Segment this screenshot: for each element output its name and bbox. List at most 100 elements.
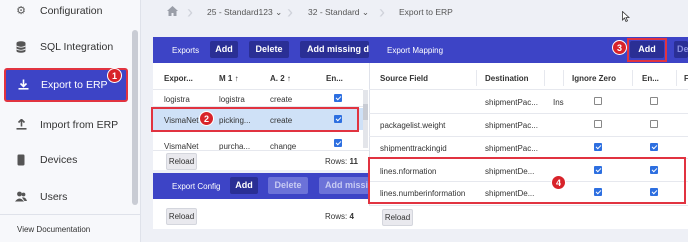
phone-icon	[15, 154, 27, 166]
export-mapping-delete-button[interactable]: De	[674, 41, 688, 58]
exports-title: Exports	[172, 46, 200, 55]
divider	[369, 136, 688, 137]
column-header-ignore-zero[interactable]: Ignore Zero	[572, 74, 616, 83]
breadcrumb-item-current: Export to ERP	[399, 7, 453, 17]
sidebar-item-sql-integration[interactable]: SQL Integration	[0, 36, 132, 58]
divider	[369, 89, 688, 90]
enabled-checkbox[interactable]	[650, 120, 658, 128]
column-header-enabled[interactable]: En...	[642, 74, 659, 83]
sidebar-item-devices[interactable]: Devices	[0, 149, 132, 171]
cell-source-field: shipmenttrackingid	[380, 144, 447, 153]
rows-label: Rows:	[325, 212, 348, 221]
enabled-checkbox[interactable]	[650, 97, 658, 105]
column-header-m[interactable]: M 1 ↑	[219, 74, 239, 83]
cell-export: logistra	[164, 95, 190, 104]
export-mapping-reload-button[interactable]: Reload	[382, 209, 413, 226]
column-header-label: A. 2	[270, 74, 285, 83]
home-icon[interactable]	[167, 6, 178, 16]
export-config-reload-button[interactable]: Reload	[166, 208, 197, 225]
rows-label: Rows:	[325, 157, 348, 166]
divider	[153, 89, 363, 90]
sidebar-item-label: Export to ERP	[41, 79, 108, 91]
column-header-f[interactable]: F	[684, 74, 688, 83]
ignore-zero-checkbox[interactable]	[594, 97, 602, 105]
download-icon	[17, 79, 29, 91]
sidebar-item-label: Configuration	[40, 5, 103, 17]
sort-up-icon: ↑	[234, 74, 239, 83]
callout-badge-1: 1	[107, 68, 122, 83]
column-header-a[interactable]: A. 2 ↑	[270, 74, 291, 83]
sidebar-item-label: SQL Integration	[40, 41, 114, 53]
export-config-header: Export Config Add Delete Add missi	[153, 173, 369, 199]
view-documentation-link[interactable]: View Documentation	[17, 225, 90, 234]
highlight-box	[151, 107, 359, 132]
export-config-add-button[interactable]: Add	[230, 177, 258, 194]
ignore-zero-checkbox[interactable]	[594, 120, 602, 128]
export-config-title: Export Config	[172, 182, 221, 191]
exports-add-missing-button[interactable]: Add missing det	[300, 41, 369, 58]
divider	[369, 113, 688, 114]
exports-scrollbar[interactable]	[363, 104, 368, 120]
callout-badge-3: 3	[612, 40, 627, 55]
upload-icon	[15, 118, 27, 131]
divider	[544, 70, 545, 86]
rows-count: 11	[349, 157, 358, 166]
sidebar-scrollbar[interactable]	[132, 30, 138, 205]
callout-badge-2: 2	[199, 111, 214, 126]
exports-delete-button[interactable]: Delete	[249, 41, 289, 58]
breadcrumb-item-config[interactable]: 32 - Standard ⌄	[308, 7, 369, 18]
export-mapping-footer: Reload	[369, 205, 688, 229]
exports-row-count: Rows: 11	[325, 157, 358, 166]
column-header-label: M 1	[219, 74, 233, 83]
sidebar-footer: View Documentation	[0, 214, 141, 242]
divider	[632, 70, 633, 86]
ignore-zero-checkbox[interactable]	[594, 143, 602, 151]
enabled-checkbox[interactable]	[334, 94, 342, 102]
sidebar-item-label: Devices	[40, 154, 78, 166]
cell-m: logistra	[219, 95, 245, 104]
divider	[676, 70, 677, 86]
breadcrumb-separator-icon: ›	[379, 2, 385, 22]
cell-destination: shipmentPac...	[485, 121, 538, 130]
callout-badge-4: 4	[551, 175, 566, 190]
exports-add-button[interactable]: Add	[210, 41, 238, 58]
sidebar-item-import-from-erp[interactable]: Import from ERP	[0, 114, 132, 136]
divider	[476, 70, 477, 86]
rows-count: 4	[349, 212, 354, 221]
sidebar-item-configuration[interactable]: ⚙ Configuration	[0, 0, 132, 22]
export-config-row-count: Rows: 4	[325, 212, 354, 221]
sidebar-item-label: Import from ERP	[40, 119, 119, 131]
column-header-destination[interactable]: Destination	[485, 74, 529, 83]
cell-destination: shipmentPac...	[485, 144, 538, 153]
export-config-add-missing-button[interactable]: Add missi	[319, 177, 369, 194]
sort-up-icon: ↑	[286, 74, 291, 83]
users-icon	[15, 191, 27, 203]
breadcrumb-item-project[interactable]: 25 - Standard123 ⌄	[207, 7, 282, 18]
cell-a: create	[270, 95, 293, 104]
enabled-checkbox[interactable]	[334, 139, 342, 147]
exports-reload-button[interactable]: Reload	[166, 153, 197, 170]
breadcrumb-separator-icon: ›	[187, 2, 193, 22]
sidebar: ⚙ Configuration SQL Integration Export t…	[0, 0, 141, 242]
export-config-delete-button[interactable]: Delete	[268, 177, 308, 194]
divider	[563, 70, 564, 86]
sidebar-item-users[interactable]: Users	[0, 186, 132, 208]
cell-source-field: packagelist.weight	[380, 121, 446, 130]
database-icon	[15, 41, 27, 53]
column-header-export[interactable]: Expor...	[164, 74, 193, 83]
chevron-down-icon: ⌄	[275, 7, 283, 17]
page-bottom-area	[141, 229, 688, 242]
cell-extra: Ins	[553, 98, 564, 107]
export-config-footer: Reload Rows: 4	[153, 199, 369, 229]
breadcrumb-item-label: 25 - Standard123	[207, 7, 273, 17]
enabled-checkbox[interactable]	[650, 143, 658, 151]
column-header-enabled[interactable]: En...	[326, 74, 343, 83]
sidebar-item-label: Users	[40, 191, 68, 203]
chevron-down-icon: ⌄	[361, 7, 370, 17]
cell-destination: shipmentPac...	[485, 98, 538, 107]
exports-header: Exports Add Delete Add missing det	[153, 37, 369, 63]
highlight-box	[368, 157, 686, 204]
mouse-cursor-icon	[622, 10, 631, 24]
export-mapping-title: Export Mapping	[387, 46, 444, 55]
column-header-source-field[interactable]: Source Field	[380, 74, 428, 83]
